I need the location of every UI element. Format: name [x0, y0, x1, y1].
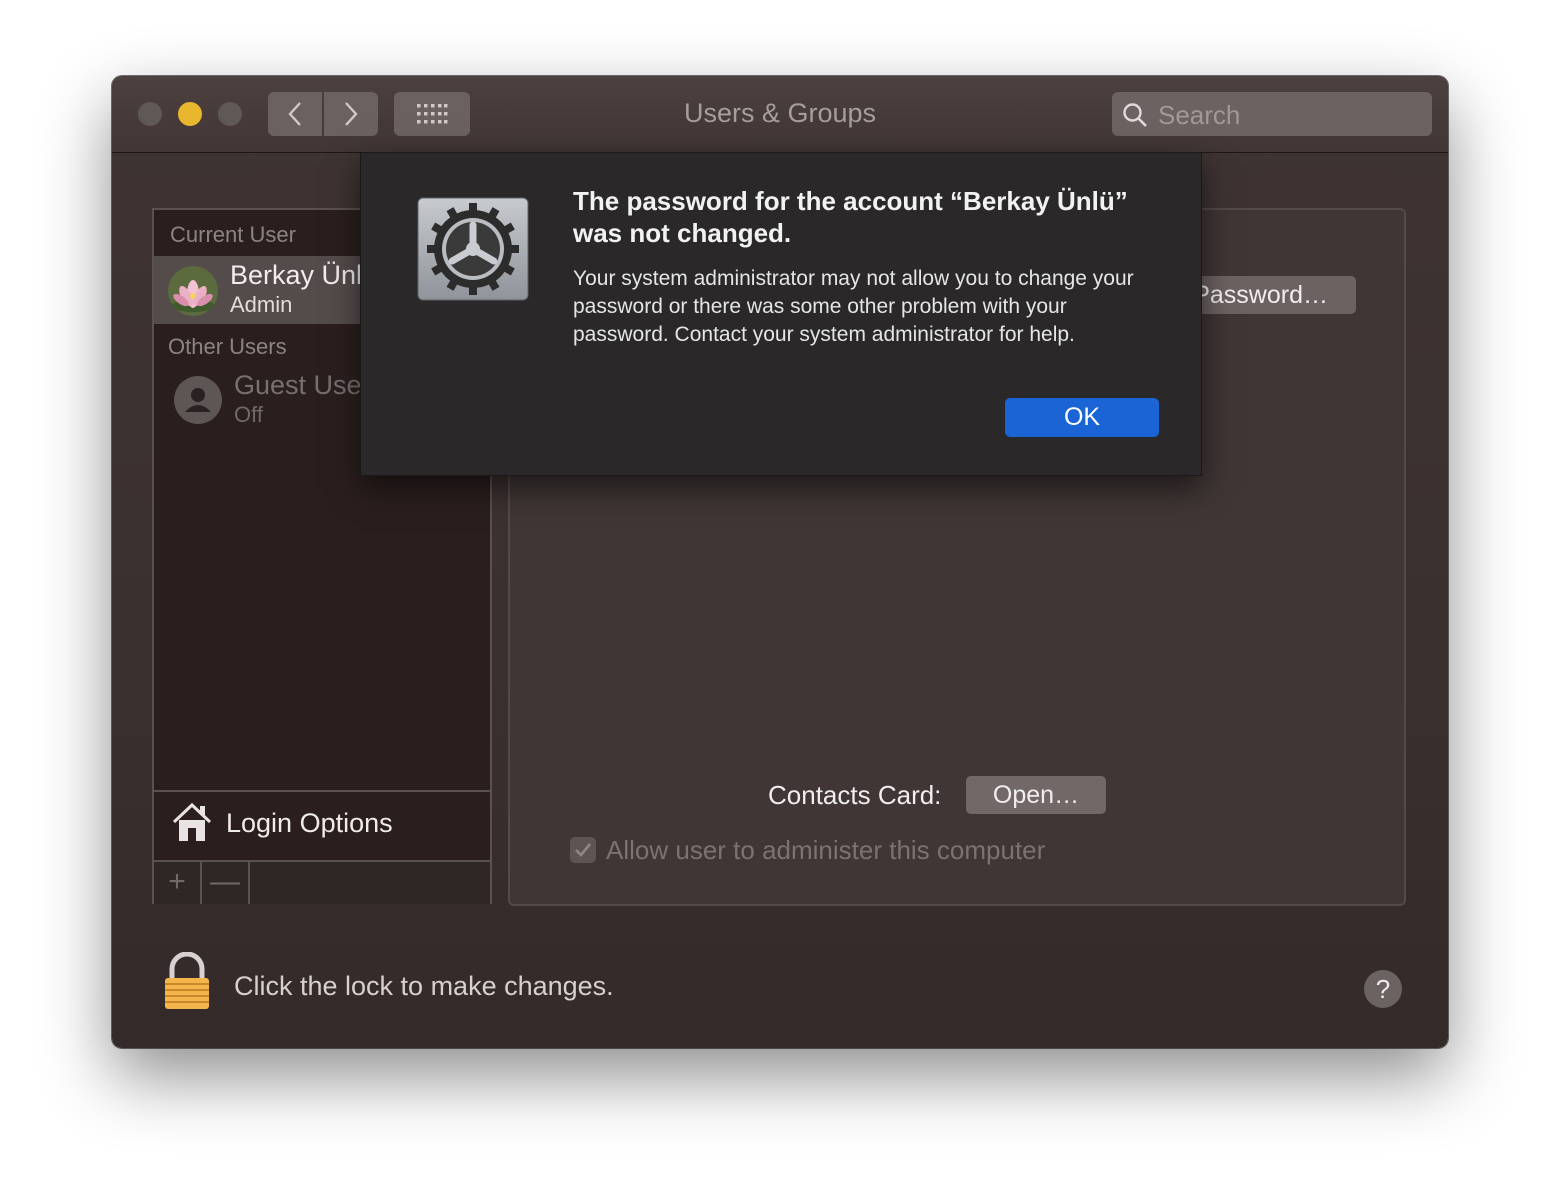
login-options-item[interactable]: Login Options [154, 790, 490, 860]
allow-admin-label: Allow user to administer this computer [606, 835, 1046, 865]
lock-message: Click the lock to make changes. [234, 971, 614, 1001]
lotus-flower-icon [168, 266, 218, 316]
guest-user-name: Guest User [234, 370, 371, 400]
search-field[interactable]: Search [1112, 92, 1432, 136]
titlebar: Users & Groups Search [112, 76, 1448, 153]
other-users-heading: Other Users [168, 334, 287, 359]
lock-icon[interactable] [162, 952, 212, 1012]
password-error-dialog: The password for the account “Berkay Ünl… [360, 152, 1202, 476]
guest-avatar [174, 376, 222, 424]
add-user-button[interactable]: + [154, 862, 202, 904]
dialog-title: The password for the account “Berkay Ünl… [573, 186, 1128, 248]
ok-button[interactable]: OK [1005, 398, 1159, 437]
remove-user-button[interactable]: — [202, 862, 250, 904]
person-icon [185, 388, 211, 412]
dialog-message: Your system administrator may not allow … [573, 267, 1134, 346]
change-password-label: Change Password… [1188, 281, 1328, 309]
checkmark-icon [575, 843, 592, 857]
system-preferences-gear-icon [417, 197, 529, 301]
allow-admin-checkbox[interactable] [570, 837, 596, 863]
change-password-button[interactable]: Change Password… [1188, 276, 1356, 314]
house-icon [172, 802, 212, 841]
help-button[interactable]: ? [1364, 970, 1402, 1008]
search-icon [1123, 103, 1147, 127]
avatar [168, 266, 218, 316]
search-placeholder: Search [1158, 100, 1241, 130]
contacts-card-label: Contacts Card: [768, 780, 942, 810]
login-options-label: Login Options [226, 808, 393, 838]
current-user-heading: Current User [170, 222, 296, 247]
open-contacts-button[interactable]: Open… [966, 776, 1106, 814]
current-user-name: Berkay Ünlü [230, 260, 378, 290]
current-user-role: Admin [230, 292, 293, 317]
add-remove-bar: + — [154, 860, 490, 904]
guest-user-status: Off [234, 402, 263, 427]
